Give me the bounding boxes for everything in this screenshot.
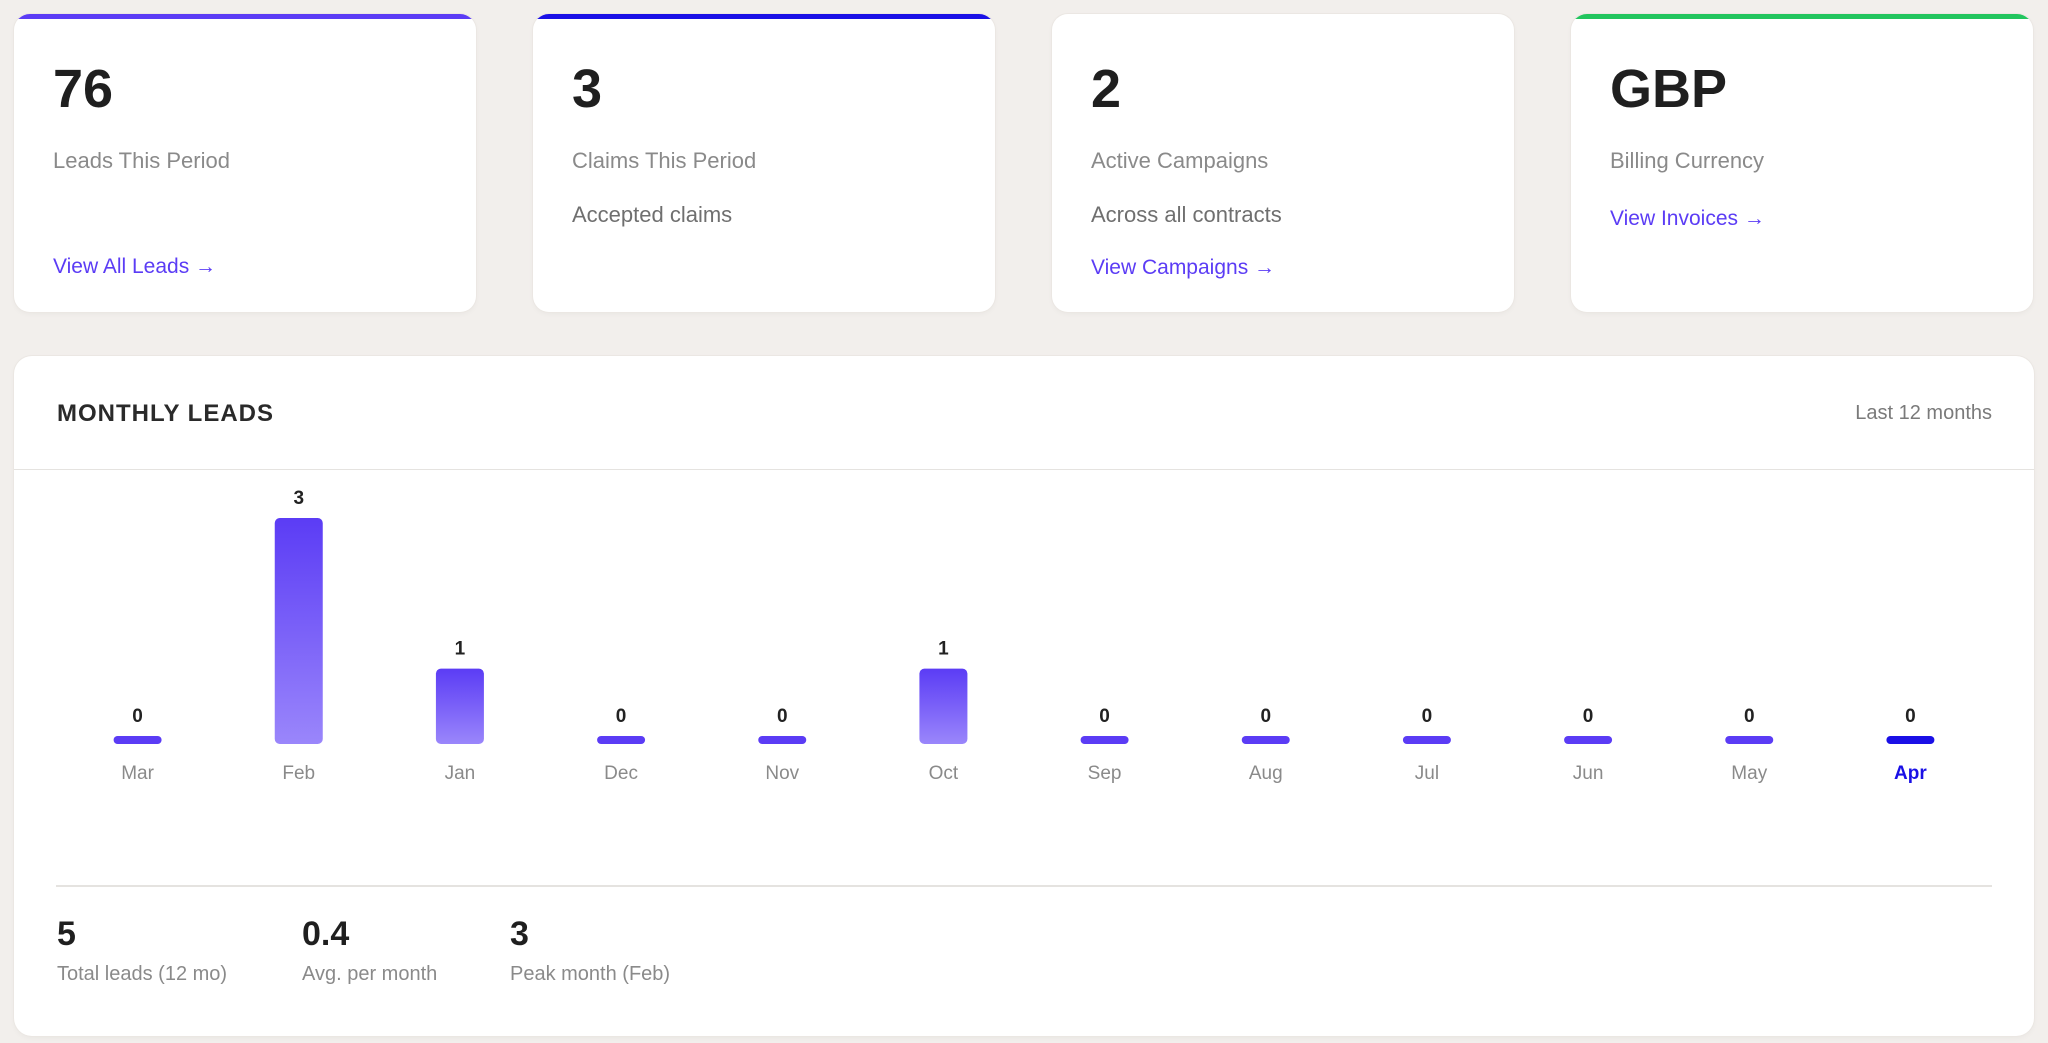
- monthly-leads-panel: MONTHLY LEADS Last 12 months 0 Mar 3 Feb 1 Ja…: [14, 356, 2034, 1036]
- bar-oct: [919, 668, 968, 744]
- currency-label: Billing Currency: [1610, 148, 1765, 173]
- summary-average: 0.4 Avg. per month: [302, 915, 438, 986]
- monthly-leads-chart: 0 Mar 3 Feb 1 Jan 0 Dec 0 Nov 1 Oct 0 Sep 0 Aug 0 Jul 0 Jun…: [113, 488, 1935, 784]
- month-tick-jan: Jan: [445, 763, 476, 784]
- view-campaigns-link[interactable]: View Campaigns →: [1091, 255, 1275, 280]
- bar-aug: [1241, 736, 1290, 744]
- bar-apr: [1886, 736, 1935, 744]
- month-tick-dec: Dec: [604, 763, 638, 784]
- month-tick-aug: Aug: [1249, 763, 1283, 784]
- stat-card-claims: 3 Claims This Period Accepted claims: [533, 14, 995, 312]
- bar-value-label-nov: 0: [777, 706, 788, 727]
- stat-card-leads: 76 Leads This Period View All Leads →: [14, 14, 476, 312]
- card-accent-bar: [533, 14, 995, 19]
- month-tick-may: May: [1731, 763, 1767, 784]
- bar-may: [1725, 736, 1774, 744]
- currency-value: GBP: [1610, 59, 1728, 119]
- avg-per-month-label: Avg. per month: [302, 963, 438, 986]
- bar-nov: [758, 736, 807, 744]
- panel-title: MONTHLY LEADS: [57, 400, 275, 427]
- bar-value-label-jul: 0: [1422, 706, 1433, 727]
- stat-card-currency: GBP Billing Currency View Invoices →: [1571, 14, 2033, 312]
- summary-divider: [56, 885, 1992, 887]
- stat-cards: 76 Leads This Period View All Leads → 3 …: [14, 14, 2034, 312]
- range-label: Last 12 months: [1855, 402, 1992, 424]
- summary-peak: 3 Peak month (Feb): [510, 915, 671, 986]
- bar-sep: [1080, 736, 1129, 744]
- campaigns-sublabel: Across all contracts: [1091, 202, 1282, 227]
- panel-header: MONTHLY LEADS Last 12 months: [14, 356, 2034, 470]
- bar-value-label-jun: 0: [1583, 706, 1594, 727]
- month-tick-feb: Feb: [282, 763, 315, 784]
- total-leads-label: Total leads (12 mo): [57, 963, 228, 986]
- month-tick-apr: Apr: [1894, 763, 1927, 784]
- bar-jan: [435, 668, 484, 744]
- card-accent-bar: [1571, 14, 2033, 19]
- month-tick-jun: Jun: [1573, 763, 1604, 784]
- peak-month-label: Peak month (Feb): [510, 963, 671, 986]
- bar-mar: [113, 736, 162, 744]
- bar-value-label-dec: 0: [616, 706, 627, 727]
- leads-label: Leads This Period: [53, 148, 230, 173]
- peak-month-value: 3: [510, 915, 529, 953]
- card-accent-bar: [14, 14, 476, 19]
- bar-value-label-apr: 0: [1905, 706, 1916, 727]
- bar-value-label-jan: 1: [455, 639, 466, 660]
- campaigns-value: 2: [1091, 59, 1122, 119]
- total-leads-value: 5: [57, 915, 76, 953]
- claims-sublabel: Accepted claims: [572, 202, 733, 227]
- bar-jul: [1402, 736, 1451, 744]
- bar-value-label-mar: 0: [132, 706, 143, 727]
- bar-value-label-may: 0: [1744, 706, 1755, 727]
- claims-value: 3: [572, 59, 603, 119]
- summary-total: 5 Total leads (12 mo): [57, 915, 228, 986]
- stat-card-campaigns: 2 Active Campaigns Across all contracts …: [1052, 14, 1514, 312]
- campaigns-label: Active Campaigns: [1091, 148, 1269, 173]
- month-tick-nov: Nov: [765, 763, 799, 784]
- month-tick-jul: Jul: [1415, 763, 1439, 784]
- view-all-leads-link[interactable]: View All Leads →: [53, 254, 216, 279]
- bar-value-label-aug: 0: [1260, 706, 1271, 727]
- leads-value: 76: [53, 59, 114, 119]
- bar-feb: [274, 518, 323, 744]
- month-tick-oct: Oct: [929, 763, 959, 784]
- bar-value-label-feb: 3: [293, 488, 304, 509]
- bar-dec: [597, 736, 646, 744]
- bar-jun: [1564, 736, 1613, 744]
- month-tick-mar: Mar: [121, 763, 154, 784]
- bar-value-label-oct: 1: [938, 639, 949, 660]
- claims-label: Claims This Period: [572, 148, 757, 173]
- avg-per-month-value: 0.4: [302, 915, 350, 953]
- month-tick-sep: Sep: [1088, 763, 1122, 784]
- view-invoices-link[interactable]: View Invoices →: [1610, 206, 1765, 231]
- bar-value-label-sep: 0: [1099, 706, 1110, 727]
